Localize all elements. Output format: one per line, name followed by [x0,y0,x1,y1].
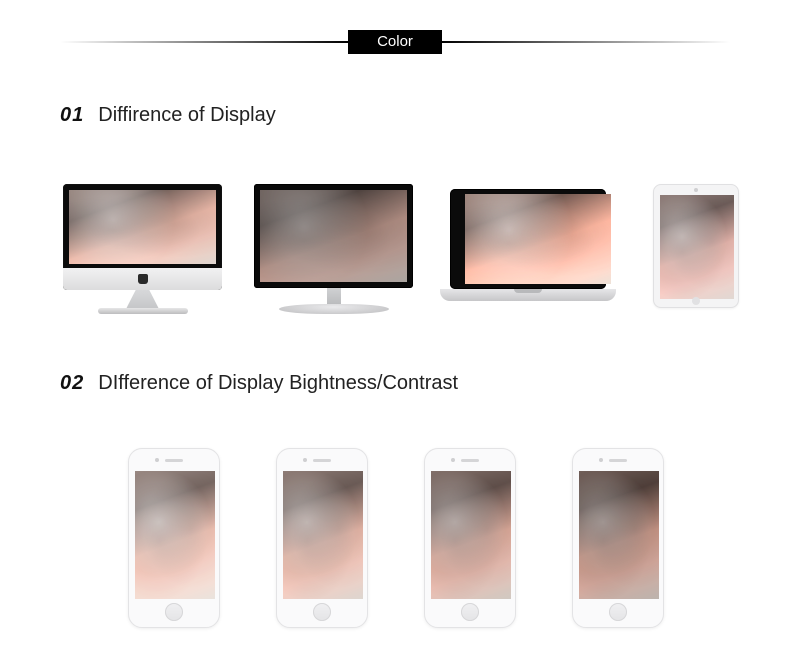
header-line-left [60,41,348,43]
phone-camera-icon [599,458,603,462]
device-row [0,184,790,344]
phone-camera-icon [451,458,455,462]
product-photo [579,471,659,599]
device-imac [63,184,222,324]
device-phone-2 [276,448,368,628]
phone-home-button-icon [609,603,627,621]
device-laptop [440,189,616,319]
tablet-home-button-icon [692,297,700,305]
device-phone-1 [128,448,220,628]
product-photo [283,471,363,599]
monitor-base [279,304,389,314]
phone-row [0,448,790,638]
monitor-frame [254,184,413,288]
section-2-title: DIfference of Display Bightness/Contrast [98,372,458,395]
section-1-title: Diffirence of Display [98,104,275,127]
product-photo [465,194,611,284]
device-tablet [653,184,739,308]
phone-home-button-icon [165,603,183,621]
phone-camera-icon [303,458,307,462]
header-label: Color [348,30,442,54]
phone-home-button-icon [461,603,479,621]
section-2-heading: 02 DIfference of Display Bightness/Contr… [60,372,458,395]
laptop-frame [450,189,606,289]
imac-foot [98,308,188,314]
product-photo [260,190,407,282]
phone-speaker-icon [609,459,627,462]
header-bar: Color [0,30,790,54]
device-phone-3 [424,448,516,628]
section-1-number: 01 [60,104,84,127]
phone-speaker-icon [313,459,331,462]
device-monitor [254,184,413,324]
section-2-number: 02 [60,372,84,395]
phone-home-button-icon [313,603,331,621]
apple-logo-icon [138,274,148,284]
product-photo [135,471,215,599]
product-photo [431,471,511,599]
tablet-camera-icon [694,188,698,192]
section-1-heading: 01 Diffirence of Display [60,104,276,127]
laptop-notch [514,289,542,293]
product-photo [69,190,216,264]
color-info-page: Color 01 Diffirence of Display [0,0,790,648]
imac-frame [63,184,222,290]
phone-speaker-icon [165,459,183,462]
phone-camera-icon [155,458,159,462]
phone-speaker-icon [461,459,479,462]
imac-stand [126,290,160,310]
product-photo [660,195,734,299]
header-line-right [442,41,730,43]
device-phone-4 [572,448,664,628]
imac-chin [63,268,222,290]
